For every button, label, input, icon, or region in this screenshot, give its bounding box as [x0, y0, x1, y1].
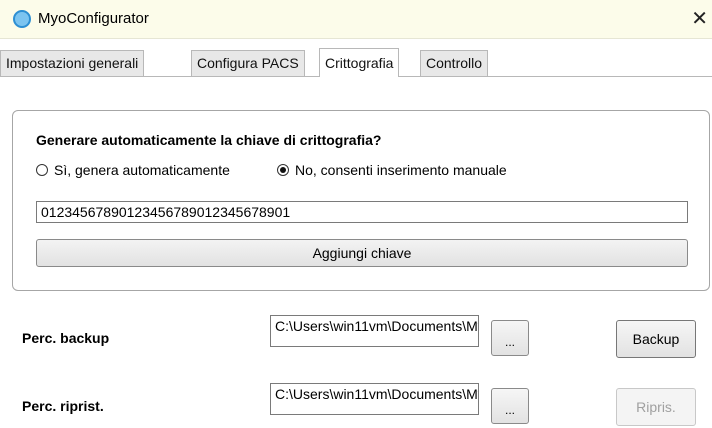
tab-impostazioni-generali[interactable]: Impostazioni generali — [0, 50, 145, 76]
tab-crittografia[interactable]: Crittografia — [319, 48, 400, 77]
radio-manual-entry[interactable]: No, consenti inserimento manuale — [277, 160, 507, 180]
radio-manual-indicator[interactable] — [277, 164, 289, 176]
radio-auto-generate[interactable]: Sì, genera automaticamente — [36, 160, 230, 180]
encryption-question: Generare automaticamente la chiave di cr… — [36, 132, 382, 148]
backup-browse-button[interactable]: ... — [491, 320, 529, 356]
tab-configura-pacs[interactable]: Configura PACS — [191, 50, 305, 76]
tab-controllo[interactable]: Controllo — [420, 50, 489, 76]
close-icon[interactable]: ✕ — [691, 6, 708, 31]
app-icon — [13, 10, 31, 28]
restore-path-field[interactable]: C:\Users\win11vm\Documents\MyoConfigurat… — [270, 383, 479, 415]
title-bar: MyoConfigurator ✕ — [0, 0, 712, 39]
restore-browse-button[interactable]: ... — [491, 388, 529, 424]
radio-manual-label: No, consenti inserimento manuale — [295, 162, 507, 178]
restore-button: Ripris. — [616, 388, 696, 426]
encryption-key-field[interactable]: 0123456789012345678901234567890​1 — [36, 201, 688, 223]
window-title: MyoConfigurator — [38, 10, 149, 27]
radio-auto-label: Sì, genera automaticamente — [54, 162, 230, 178]
radio-auto-indicator[interactable] — [36, 164, 48, 176]
restore-path-label: Perc. riprist. — [22, 398, 104, 414]
backup-path-label: Perc. backup — [22, 330, 110, 346]
tab-strip: Impostazioni generali Configura PACS Cri… — [0, 48, 712, 77]
add-key-button[interactable]: Aggiungi chiave — [36, 239, 688, 267]
backup-button[interactable]: Backup — [616, 320, 696, 358]
backup-path-field[interactable]: C:\Users\win11vm\Documents\MyoConfigurat… — [270, 315, 479, 347]
